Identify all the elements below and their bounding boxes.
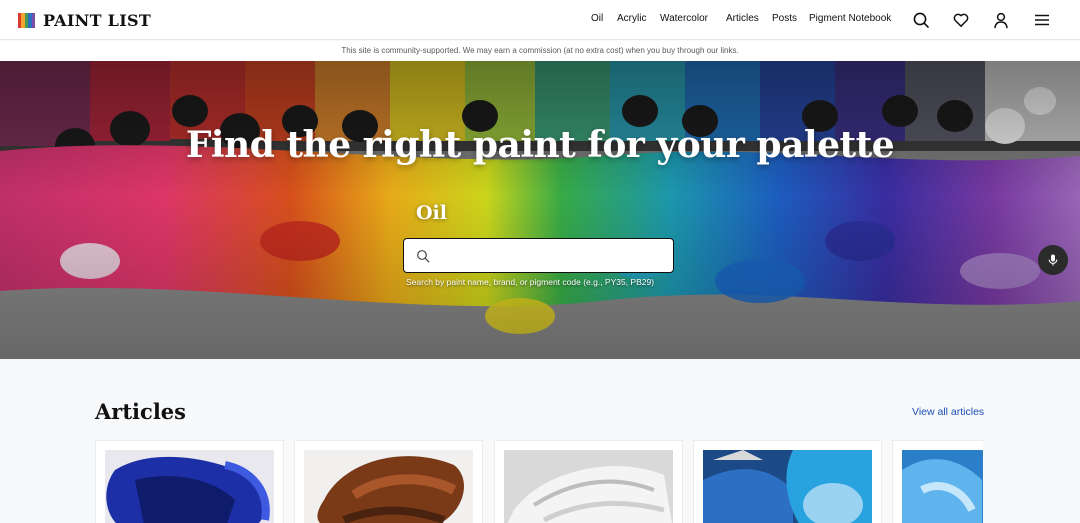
paint-search-box[interactable]: [403, 238, 674, 273]
nav-link-posts[interactable]: Posts: [772, 13, 797, 24]
articles-heading: Articles: [95, 399, 186, 424]
article-thumbnail: [703, 450, 872, 523]
logo-mark: [18, 12, 36, 28]
hero-banner: Find the right paint for your palette Oi…: [0, 61, 1080, 359]
nav-link-acrylic[interactable]: Acrylic: [617, 13, 646, 24]
nav-link-oil[interactable]: Oil: [591, 13, 603, 24]
brand-name: PAINT LIST: [43, 10, 152, 30]
article-thumbnail: [105, 450, 274, 523]
affiliate-notice: This site is community-supported. We may…: [0, 41, 1080, 61]
search-helper-text: Search by paint name, brand, or pigment …: [406, 277, 655, 287]
microphone-icon[interactable]: [1038, 245, 1068, 275]
search-icon[interactable]: [912, 11, 930, 29]
site-header: PAINT LIST Oil Acrylic Watercolor Articl…: [0, 0, 1080, 40]
heart-icon[interactable]: [952, 11, 970, 29]
user-icon[interactable]: [992, 11, 1010, 29]
nav-link-pigment-notebook[interactable]: Pigment Notebook: [809, 13, 891, 24]
view-all-articles-link[interactable]: View all articles: [912, 406, 984, 418]
menu-icon[interactable]: [1033, 11, 1051, 29]
hero-medium-label: Oil: [416, 202, 447, 224]
article-card[interactable]: [294, 440, 483, 523]
article-thumbnail: [304, 450, 473, 523]
search-icon: [417, 250, 430, 263]
article-thumbnail: [504, 450, 673, 523]
paint-search-input[interactable]: [438, 243, 666, 268]
nav-link-articles[interactable]: Articles: [726, 13, 759, 24]
carousel-edge: [983, 434, 1080, 523]
article-card[interactable]: [95, 440, 284, 523]
article-card[interactable]: [693, 440, 882, 523]
article-card[interactable]: [494, 440, 683, 523]
hero-paint-image: [0, 61, 1080, 359]
logo-link[interactable]: PAINT LIST: [18, 10, 152, 30]
nav-link-watercolor[interactable]: Watercolor: [660, 13, 708, 24]
hero-title: Find the right paint for your palette: [185, 124, 895, 166]
